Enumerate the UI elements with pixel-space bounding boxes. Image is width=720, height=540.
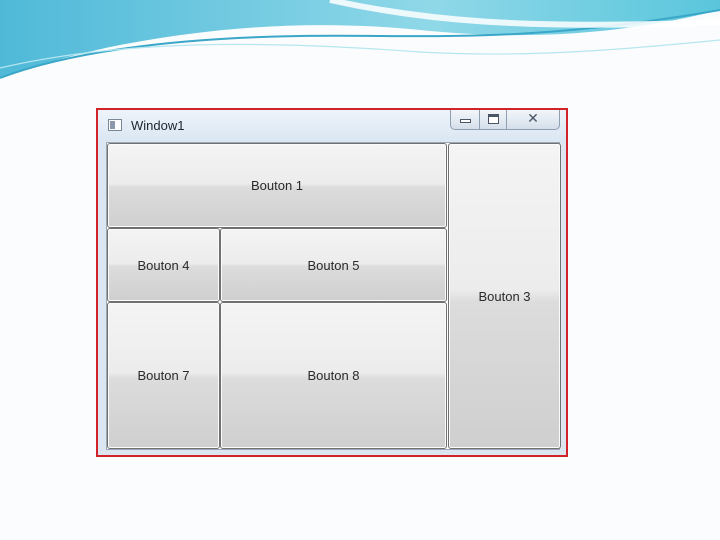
title-bar[interactable]: Window1 ✕	[98, 110, 566, 140]
window-title: Window1	[131, 118, 185, 133]
close-button[interactable]: ✕	[507, 110, 559, 129]
window-frame: Window1 ✕ Bouton 1 Bouton 3 Bouton 4 Bou…	[96, 108, 568, 457]
minimize-button[interactable]	[451, 110, 480, 129]
minimize-icon	[460, 119, 471, 123]
maximize-icon	[488, 114, 499, 124]
window-icon	[108, 119, 122, 131]
bouton-5-button[interactable]: Bouton 5	[220, 228, 447, 302]
bouton-8-button[interactable]: Bouton 8	[220, 302, 447, 449]
bouton-1-button[interactable]: Bouton 1	[107, 143, 447, 228]
bouton-4-button[interactable]: Bouton 4	[107, 228, 220, 302]
close-icon: ✕	[527, 111, 539, 127]
maximize-button[interactable]	[480, 110, 507, 129]
bouton-3-button[interactable]: Bouton 3	[448, 143, 561, 449]
client-area: Bouton 1 Bouton 3 Bouton 4 Bouton 5 Bout…	[106, 142, 561, 450]
decorative-banner	[0, 0, 720, 79]
bouton-7-button[interactable]: Bouton 7	[107, 302, 220, 449]
caption-buttons: ✕	[450, 110, 560, 130]
